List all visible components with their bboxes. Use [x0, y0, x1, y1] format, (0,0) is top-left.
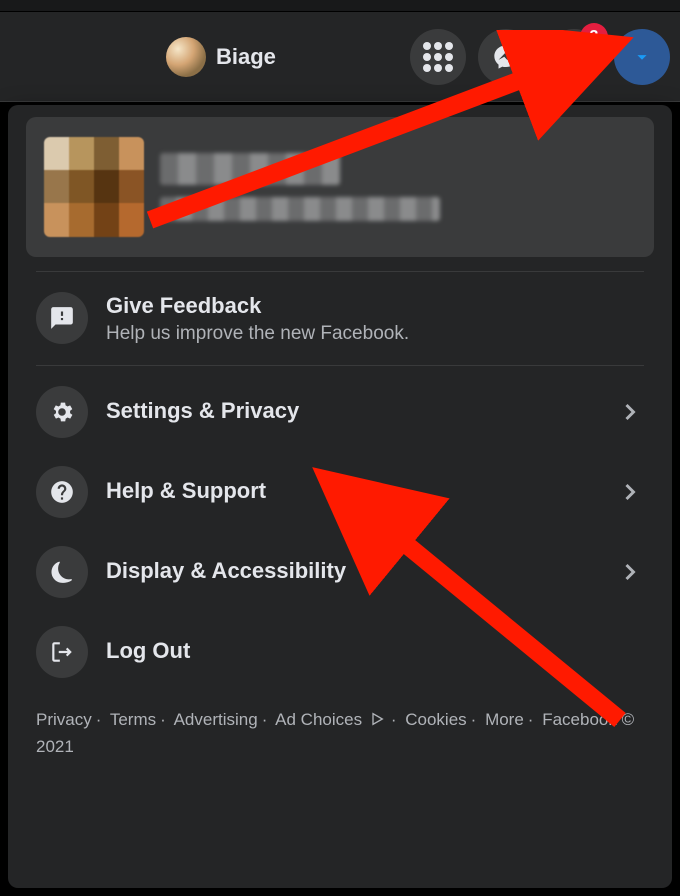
display-label: Display & Accessibility — [106, 557, 598, 586]
logout-label: Log Out — [106, 637, 644, 666]
feedback-text: Give Feedback Help us improve the new Fa… — [106, 292, 644, 345]
avatar-large — [44, 137, 144, 237]
profile-info-redacted — [160, 153, 636, 221]
profile-pill[interactable]: Biage — [160, 31, 288, 83]
footer-advertising[interactable]: Advertising — [174, 710, 258, 729]
caret-down-icon — [631, 46, 653, 68]
settings-label: Settings & Privacy — [106, 397, 598, 426]
ad-choices-icon — [369, 711, 385, 727]
help-support-item[interactable]: Help & Support — [8, 452, 672, 532]
profile-card[interactable] — [26, 117, 654, 257]
notifications-badge: 3 — [580, 23, 608, 51]
footer-more[interactable]: More — [485, 710, 524, 729]
logout-icon — [36, 626, 88, 678]
gear-icon — [36, 386, 88, 438]
help-label: Help & Support — [106, 477, 598, 506]
messenger-icon — [492, 43, 520, 71]
moon-icon — [36, 546, 88, 598]
display-accessibility-item[interactable]: Display & Accessibility — [8, 532, 672, 612]
account-dropdown-menu: Give Feedback Help us improve the new Fa… — [8, 105, 672, 888]
question-icon — [36, 466, 88, 518]
menu-grid-button[interactable] — [410, 29, 466, 85]
footer-ad-choices[interactable]: Ad Choices — [275, 710, 362, 729]
grid-icon — [423, 42, 453, 72]
footer-privacy[interactable]: Privacy — [36, 710, 92, 729]
log-out-item[interactable]: Log Out — [8, 612, 672, 692]
window-chrome — [0, 0, 680, 12]
feedback-icon — [36, 292, 88, 344]
account-dropdown-button[interactable] — [614, 29, 670, 85]
feedback-subtitle: Help us improve the new Facebook. — [106, 323, 644, 345]
feedback-title: Give Feedback — [106, 292, 644, 321]
messenger-button[interactable] — [478, 29, 534, 85]
give-feedback-item[interactable]: Give Feedback Help us improve the new Fa… — [8, 278, 672, 359]
footer-cookies[interactable]: Cookies — [405, 710, 466, 729]
notifications-button[interactable]: 3 — [546, 29, 602, 85]
chevron-right-icon — [616, 558, 644, 586]
chevron-right-icon — [616, 398, 644, 426]
chevron-right-icon — [616, 478, 644, 506]
avatar — [166, 37, 206, 77]
footer-terms[interactable]: Terms — [110, 710, 156, 729]
footer-links: Privacy· Terms· Advertising· Ad Choices … — [8, 692, 672, 774]
profile-name: Biage — [216, 44, 276, 70]
divider — [36, 365, 644, 366]
settings-privacy-item[interactable]: Settings & Privacy — [8, 372, 672, 452]
divider — [36, 271, 644, 272]
top-navigation-bar: Biage 3 — [0, 12, 680, 102]
